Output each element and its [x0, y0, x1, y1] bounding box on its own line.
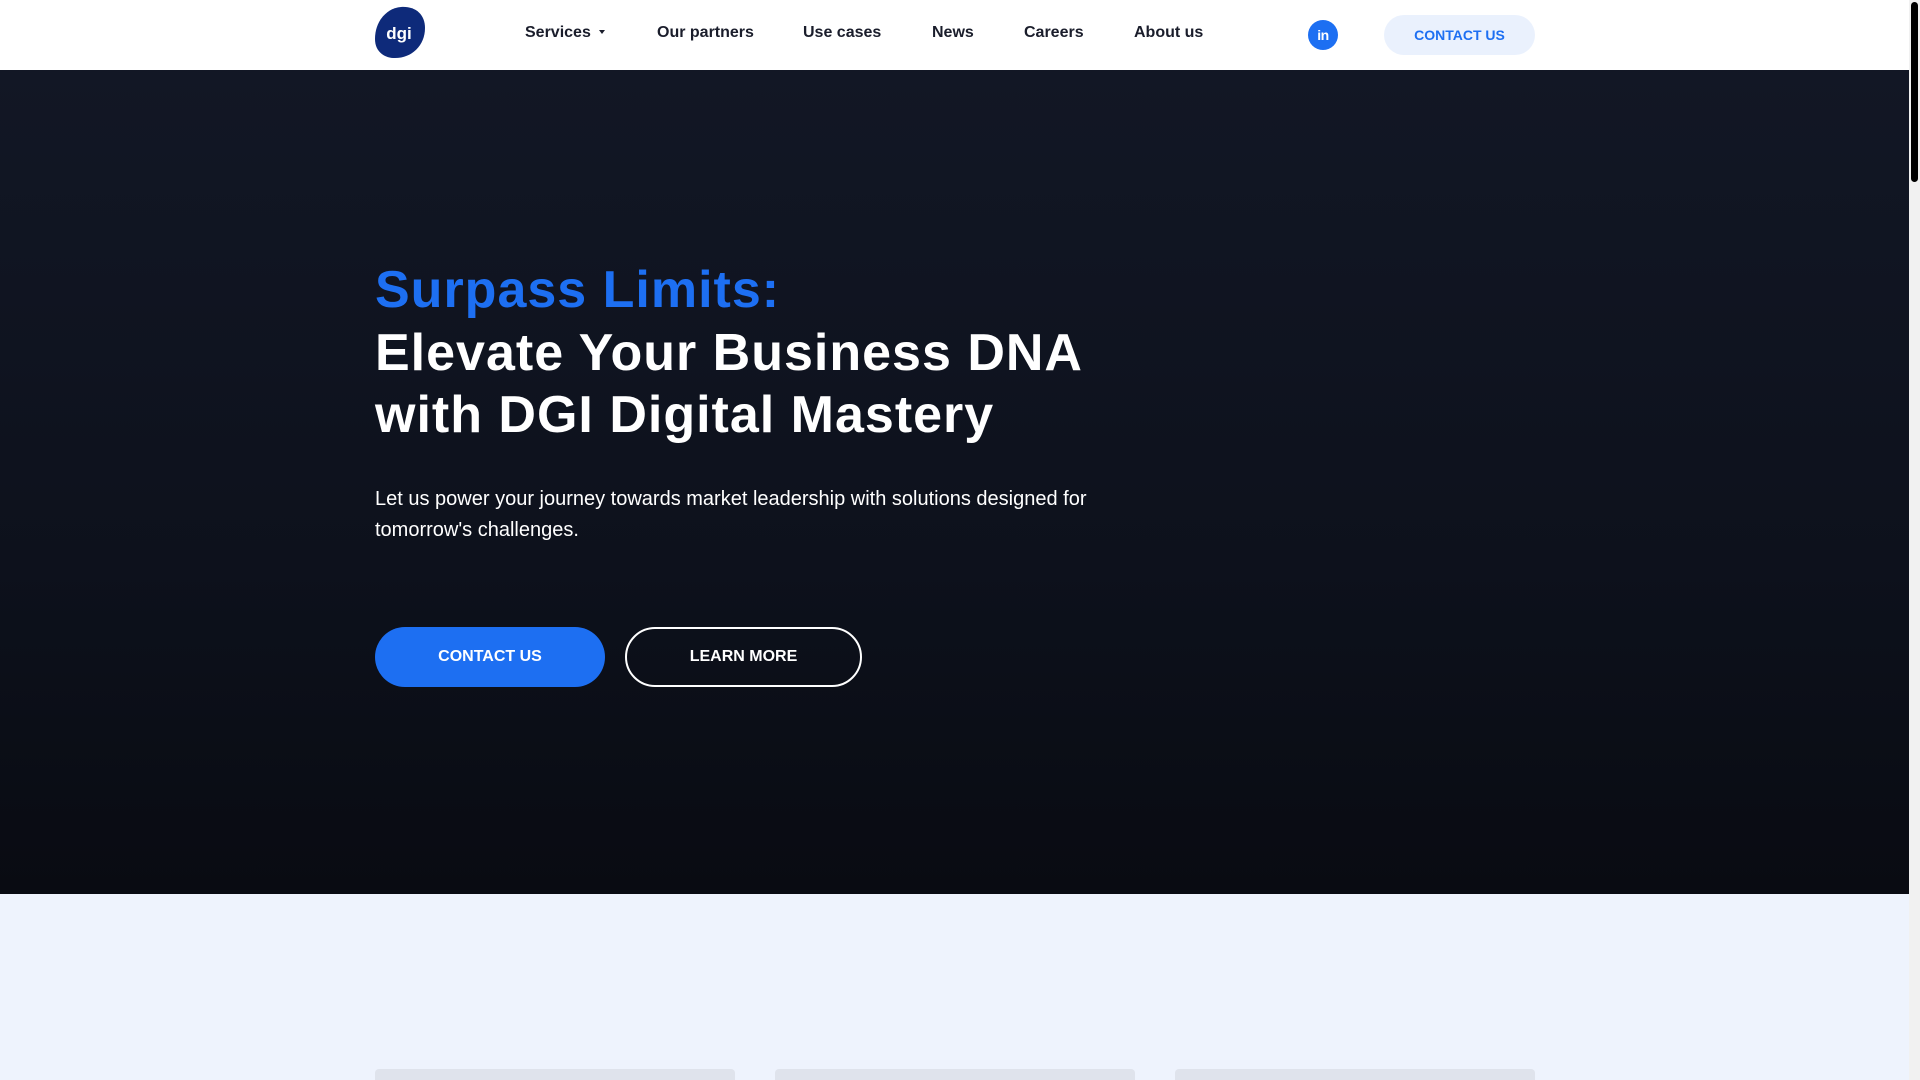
header-contact-button[interactable]: CONTACT US: [1384, 15, 1535, 55]
nav-services[interactable]: Services: [525, 24, 605, 42]
hero-title: Elevate Your Business DNA with DGI Digit…: [375, 324, 1082, 444]
hero-contact-button[interactable]: CONTACT US: [375, 627, 605, 687]
card[interactable]: [775, 1069, 1135, 1080]
site-header: dgi Services Our partners Use cases News…: [0, 0, 1909, 70]
hero-accent-heading: Surpass Limits:: [375, 261, 781, 319]
nav-services-label: Services: [525, 24, 591, 41]
chevron-down-icon: [598, 29, 605, 34]
hero-subtitle: Let us power your journey towards market…: [375, 488, 1087, 541]
nav-about-us[interactable]: About us: [1134, 24, 1203, 42]
main-nav: Services Our partners Use cases News Car…: [0, 0, 1909, 70]
nav-use-cases[interactable]: Use cases: [803, 24, 881, 42]
card[interactable]: [1175, 1069, 1535, 1080]
linkedin-icon[interactable]: in: [1308, 20, 1338, 50]
nav-careers[interactable]: Careers: [1024, 24, 1084, 42]
services-section: [0, 894, 1909, 1080]
page-scrollbar[interactable]: [1909, 0, 1920, 1080]
nav-news[interactable]: News: [932, 24, 974, 42]
hero-section: Surpass Limits: Elevate Your Business DN…: [0, 70, 1909, 894]
nav-our-partners[interactable]: Our partners: [657, 24, 754, 42]
scrollbar-thumb[interactable]: [1911, 2, 1918, 182]
hero-learn-more-button[interactable]: LEARN MORE: [625, 627, 862, 687]
card[interactable]: [375, 1069, 735, 1080]
